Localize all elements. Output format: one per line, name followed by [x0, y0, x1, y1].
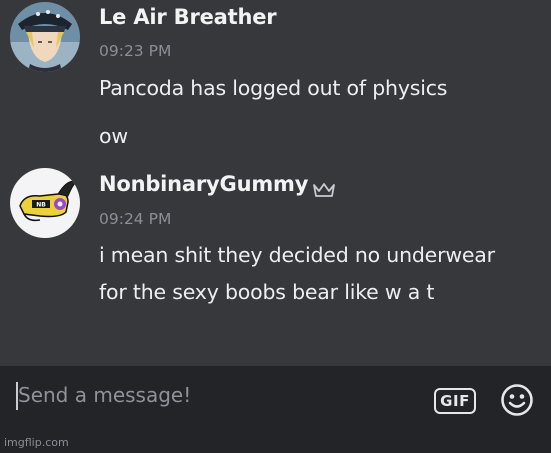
- crown-icon: [313, 183, 335, 197]
- gummy-character-avatar: NB: [10, 168, 80, 238]
- message-timestamp: 09:23 PM: [99, 42, 172, 60]
- watermark: imgflip.com: [4, 436, 69, 449]
- message-composer: Send a message! GIF imgflip.com: [0, 366, 551, 453]
- message-username[interactable]: NonbinaryGummy: [99, 172, 308, 196]
- smiley-icon[interactable]: [500, 383, 534, 417]
- message-input[interactable]: Send a message!: [18, 383, 191, 407]
- user-avatar[interactable]: [10, 2, 80, 72]
- message-text: Pancoda has logged out of physics: [99, 76, 448, 100]
- message-timestamp: 09:24 PM: [99, 210, 172, 228]
- message-username[interactable]: Le Air Breather: [99, 5, 277, 29]
- anime-character-avatar: [10, 2, 80, 72]
- svg-text:NB: NB: [36, 202, 46, 209]
- message-text: i mean shit they decided no underwear: [99, 243, 495, 267]
- chat-area: Le Air Breather 09:23 PM Pancoda has log…: [0, 0, 551, 366]
- message-text: for the sexy boobs bear like w a t: [99, 280, 435, 304]
- user-avatar[interactable]: NB: [10, 168, 80, 238]
- message-text: ow: [99, 124, 128, 148]
- gif-button[interactable]: GIF: [434, 388, 476, 414]
